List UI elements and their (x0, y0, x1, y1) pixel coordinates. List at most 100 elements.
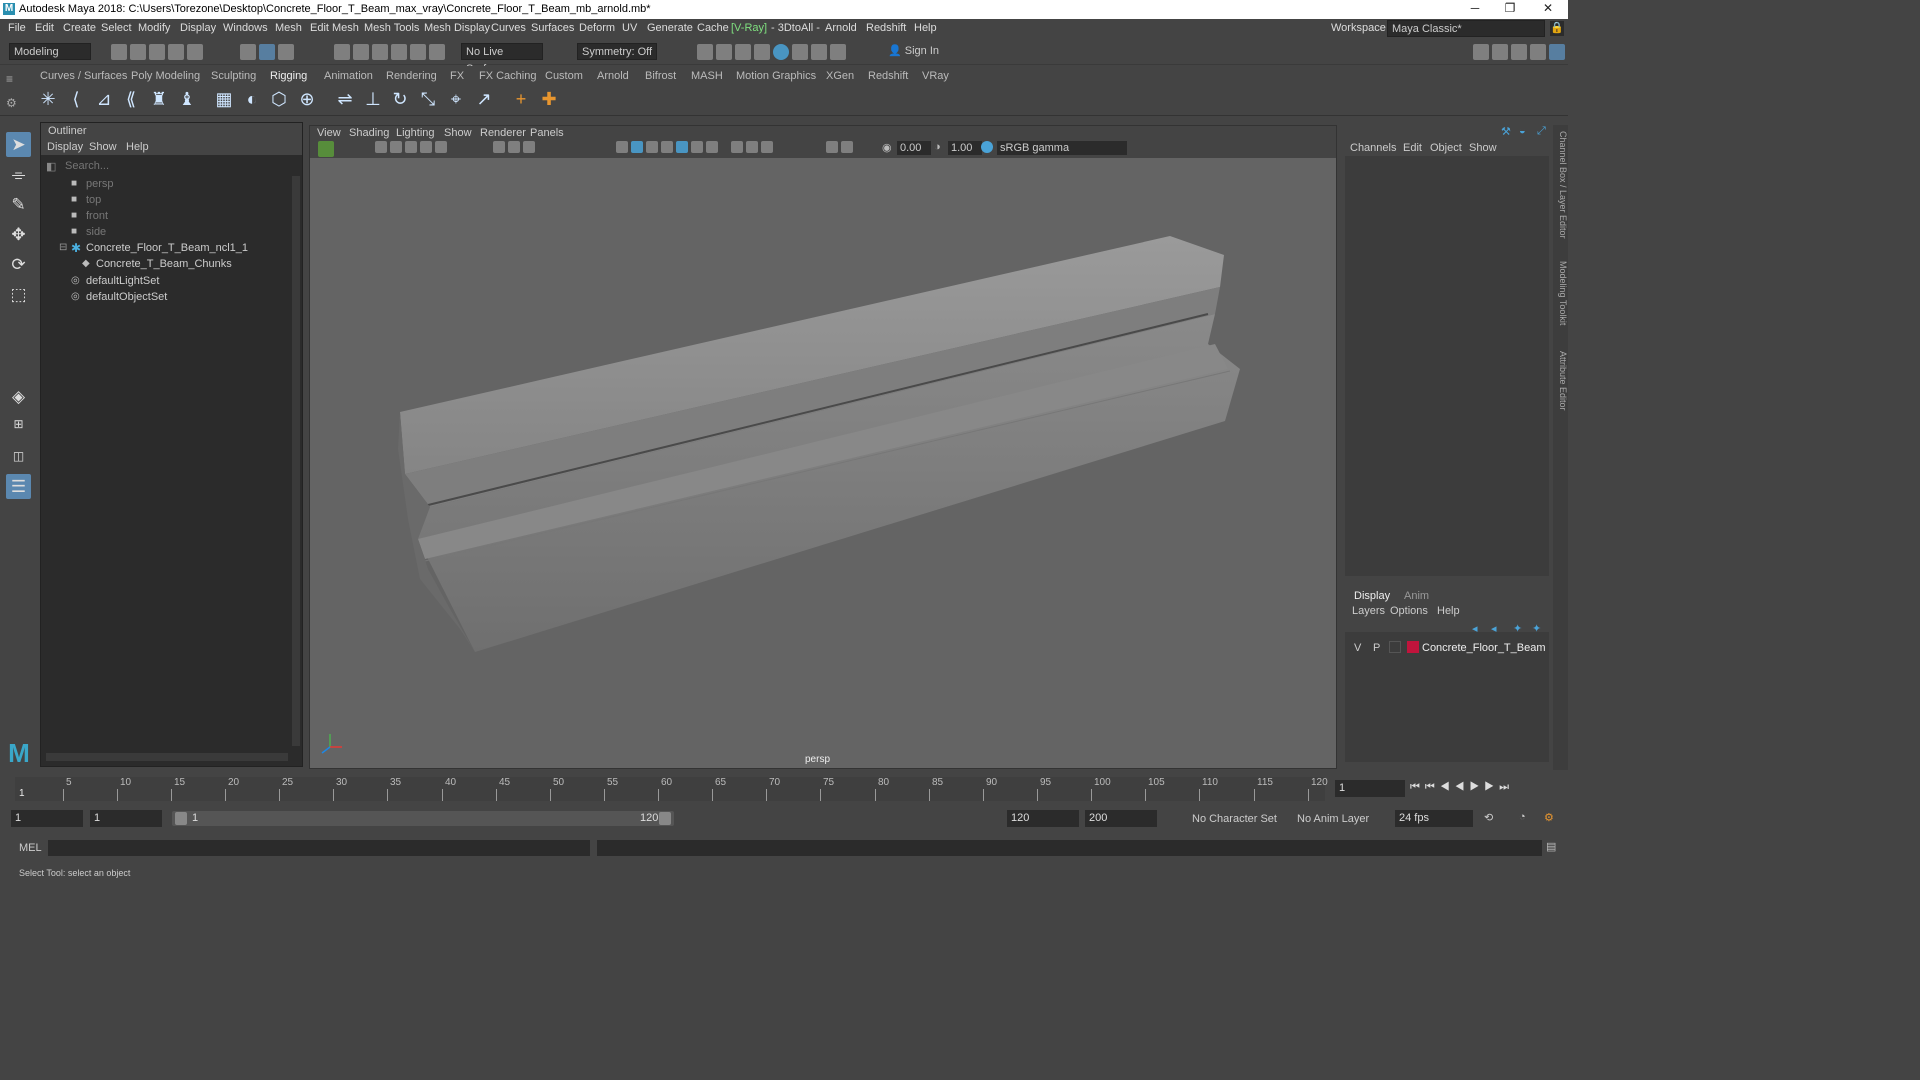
outliner-item-top[interactable]: ■ top (41, 192, 291, 208)
pole-vector-icon[interactable]: ↗ (473, 88, 495, 110)
vp-menu-renderer[interactable]: Renderer (480, 127, 526, 139)
channel-box-tool-icon[interactable]: ⚒ (1501, 125, 1513, 138)
menu-vray[interactable]: [V-Ray] (731, 22, 767, 34)
shelf-menu-icon[interactable]: ≡ (6, 72, 20, 86)
range-slider[interactable]: 1 120 (172, 811, 674, 826)
camera-select-icon[interactable] (318, 141, 334, 157)
select-object-icon[interactable] (259, 44, 275, 60)
outliner-item-mesh[interactable]: ◆ Concrete_T_Beam_Chunks (41, 256, 291, 272)
exposure-field[interactable]: 0.00 (897, 141, 931, 155)
image-plane-icon[interactable] (405, 141, 417, 153)
color-management-icon[interactable] (981, 141, 993, 153)
wireframe-on-shaded-icon[interactable] (646, 141, 658, 153)
outliner-search-input[interactable] (61, 159, 299, 174)
shadows-icon[interactable] (691, 141, 703, 153)
rotate-tool-icon[interactable]: ⟳ (6, 252, 31, 277)
menu-edit[interactable]: Edit (35, 22, 54, 34)
scale-tool-icon[interactable]: ⬚ (6, 282, 31, 307)
concrete-t-beam-model[interactable] (398, 236, 1240, 652)
tab-fx[interactable]: FX (450, 70, 464, 82)
open-scene-icon[interactable] (130, 44, 146, 60)
isolate-select-icon[interactable] (731, 141, 743, 153)
gamma-field[interactable]: 1.00 (948, 141, 982, 155)
snap-grid-icon[interactable] (334, 44, 350, 60)
maximize-button[interactable]: ❐ (1495, 0, 1525, 19)
tab-curves-surfaces[interactable]: Curves / Surfaces (40, 70, 127, 82)
menu-file[interactable]: File (8, 22, 26, 34)
ik-spline-icon[interactable]: ⊿ (93, 88, 115, 110)
outliner-menu-help[interactable]: Help (126, 141, 149, 153)
cb-menu-show[interactable]: Show (1469, 142, 1497, 154)
render-setup-icon[interactable] (811, 44, 827, 60)
outliner-vertical-scrollbar[interactable] (292, 176, 300, 746)
tab-motion-graphics[interactable]: Motion Graphics (736, 70, 816, 82)
outliner-item-side[interactable]: ■ side (41, 224, 291, 240)
menu-create[interactable]: Create (63, 22, 96, 34)
mel-label[interactable]: MEL (19, 842, 42, 854)
menu-uv[interactable]: UV (622, 22, 637, 34)
step-back-key-icon[interactable]: ⏮ (1425, 781, 1440, 793)
select-tool-icon[interactable]: ➤ (6, 132, 31, 157)
tab-animation[interactable]: Animation (324, 70, 373, 82)
menu-surfaces[interactable]: Surfaces (531, 22, 574, 34)
menu-mesh-display[interactable]: Mesh Display (424, 22, 490, 34)
play-forward-icon[interactable]: ▶ (1469, 781, 1484, 793)
tab-arnold[interactable]: Arnold (597, 70, 629, 82)
snap-point-icon[interactable] (372, 44, 388, 60)
undo-icon[interactable] (168, 44, 184, 60)
play-back-icon[interactable]: ◀ (1455, 781, 1470, 793)
live-surface-dropdown[interactable]: No Live Surface (461, 43, 543, 75)
close-button[interactable]: ✕ (1533, 0, 1563, 19)
outliner-item-front[interactable]: ■ front (41, 208, 291, 224)
orient-constraint-icon[interactable]: ↻ (389, 88, 411, 110)
viewport-canvas[interactable] (310, 159, 1336, 768)
snap-surface-icon[interactable] (410, 44, 426, 60)
character-set-dropdown[interactable]: No Character Set (1192, 813, 1277, 825)
ambient-occlusion-icon[interactable] (706, 141, 718, 153)
animation-start-field[interactable]: 1 (11, 810, 83, 827)
grease-pencil-icon[interactable] (435, 141, 447, 153)
vp-menu-view[interactable]: View (317, 127, 341, 139)
side-tab-modeling-toolkit[interactable]: Modeling Toolkit (1553, 261, 1568, 325)
mirror-joint-icon[interactable]: ⟪ (120, 88, 142, 110)
move-tool-icon[interactable]: ✥ (6, 222, 31, 247)
render-view-icon[interactable] (792, 44, 808, 60)
quick-rig-icon[interactable]: ♜ (148, 88, 170, 110)
layer-playback-toggle[interactable]: P (1373, 642, 1380, 654)
vp-menu-show[interactable]: Show (444, 127, 472, 139)
layer-row[interactable]: V P Concrete_Floor_T_Beam (1345, 640, 1549, 656)
layer-visibility-toggle[interactable]: V (1354, 642, 1361, 654)
mel-input[interactable] (48, 840, 590, 856)
menu-curves[interactable]: Curves (491, 22, 526, 34)
lock-icon[interactable]: 🔒 (1550, 21, 1564, 36)
exposure-reset-icon[interactable]: ◉ (882, 141, 894, 155)
menu-3dtoall[interactable]: - 3DtoAll - (771, 22, 820, 34)
new-scene-icon[interactable] (111, 44, 127, 60)
outliner-item-lightset[interactable]: ◎ defaultLightSet (41, 273, 291, 289)
animation-prefs-icon[interactable]: ⚙ (1544, 811, 1558, 825)
menu-deform[interactable]: Deform (579, 22, 615, 34)
snap-pivot-icon[interactable] (429, 44, 445, 60)
render-settings-icon[interactable] (754, 44, 770, 60)
tab-vray[interactable]: VRay (922, 70, 949, 82)
smooth-shade-icon[interactable] (631, 141, 643, 153)
parent-constraint-icon[interactable]: ⇌ (334, 88, 356, 110)
menu-select[interactable]: Select (101, 22, 132, 34)
layer-type-toggle[interactable] (1389, 641, 1401, 653)
go-to-end-icon[interactable]: ⏭ (1499, 781, 1514, 793)
menu-redshift[interactable]: Redshift (866, 22, 906, 34)
channel-box-help-icon[interactable]: ◒ (1519, 125, 1531, 137)
menu-windows[interactable]: Windows (223, 22, 268, 34)
camera-attributes-icon[interactable] (375, 141, 387, 153)
range-start-handle[interactable] (175, 812, 187, 825)
four-view-icon[interactable]: ⊞ (6, 412, 31, 437)
menu-mesh-tools[interactable]: Mesh Tools (364, 22, 419, 34)
menu-display[interactable]: Display (180, 22, 216, 34)
select-component-icon[interactable] (278, 44, 294, 60)
current-frame-field[interactable]: 1 (1335, 780, 1405, 797)
mode-dropdown[interactable]: Modeling (9, 43, 91, 60)
layer-tab-display[interactable]: Display (1354, 590, 1390, 602)
side-tab-channel-box[interactable]: Channel Box / Layer Editor (1553, 131, 1568, 239)
gamma-icon[interactable] (841, 141, 853, 153)
xray-joints-icon[interactable] (761, 141, 773, 153)
